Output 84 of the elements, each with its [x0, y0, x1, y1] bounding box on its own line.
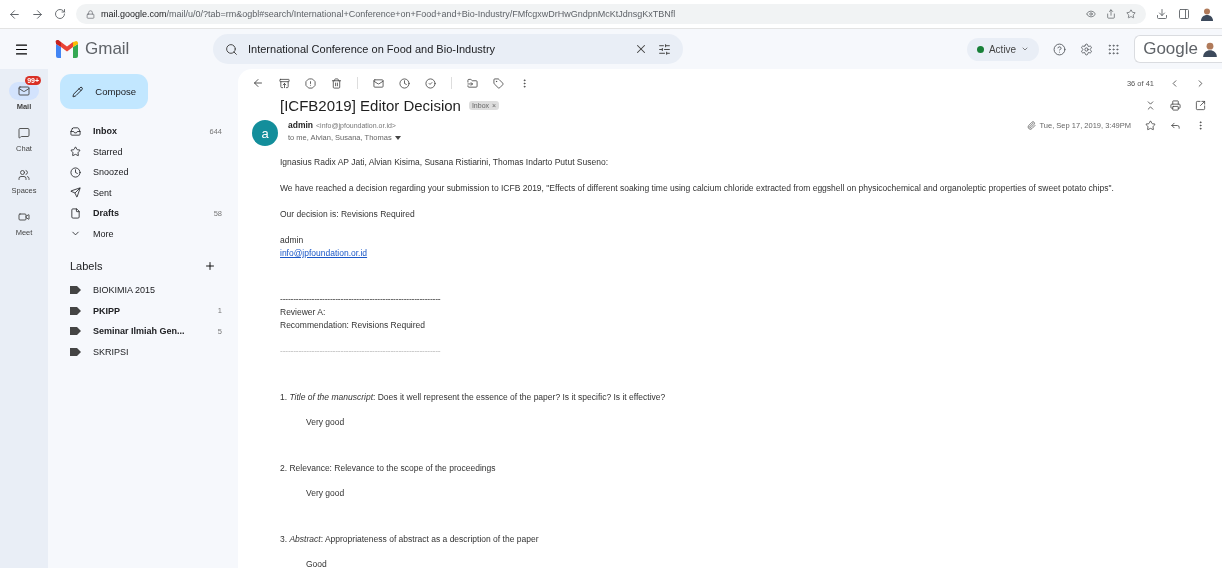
search-field[interactable]: International Conference on Food and Bio-Industry [213, 34, 683, 64]
body-text: Reviewer A: [280, 306, 327, 319]
compose-button[interactable]: Compose [60, 74, 148, 109]
forward-icon[interactable] [31, 7, 44, 21]
account-button[interactable]: Google [1134, 35, 1222, 63]
sender-avatar: a [252, 120, 278, 146]
labels-heading: Labels [70, 260, 103, 272]
sender-name: admin [288, 120, 314, 130]
profile-avatar[interactable] [1200, 7, 1214, 21]
label-icon[interactable] [493, 77, 504, 89]
label-item[interactable]: BIOKIMIA 2015 [60, 280, 222, 301]
folder-item[interactable]: Snoozed [60, 162, 222, 183]
status-dot [976, 45, 984, 53]
move-icon[interactable] [467, 77, 478, 89]
reload-icon[interactable] [54, 8, 66, 20]
search-icon[interactable] [225, 42, 238, 56]
task-icon[interactable] [425, 77, 436, 89]
star-icon[interactable] [70, 146, 81, 158]
chat-icon[interactable] [18, 127, 30, 139]
star-icon[interactable] [1126, 9, 1136, 19]
inbox-icon[interactable] [70, 125, 81, 137]
side-panel-icon[interactable] [1178, 8, 1190, 20]
body-text: Our decision is: Revisions Required [280, 208, 416, 221]
body-text: Ignasius Radix AP Jati, Alvian Kisima, Susana Ristiarini, Thomas Indarto Putut Suseno: [280, 156, 610, 169]
add-icon[interactable] [204, 260, 216, 272]
share-icon[interactable] [1106, 9, 1116, 19]
folder-item[interactable]: Sent [60, 182, 222, 203]
apps-icon[interactable] [1107, 42, 1121, 56]
people-icon[interactable] [18, 169, 30, 181]
review-answer: Good [306, 558, 328, 568]
lock-icon [86, 9, 95, 19]
folder-item[interactable]: More [60, 223, 222, 244]
attachment-icon [1026, 121, 1036, 130]
mail-icon[interactable] [18, 85, 30, 97]
body-text: 2. Relevance: Relevance to the scope of the proceedings [280, 462, 497, 475]
back-icon[interactable] [252, 77, 264, 89]
label-icon [70, 286, 81, 295]
email-subject: [ICFB2019] Editor Decision [280, 97, 461, 114]
gmail-logo-icon [55, 40, 79, 58]
folder-item[interactable]: Starred [60, 141, 222, 162]
caret-icon [394, 135, 401, 140]
video-icon[interactable] [18, 211, 30, 223]
label-icon [70, 347, 81, 356]
collapse-icon[interactable] [1145, 100, 1156, 111]
print-icon[interactable] [1170, 100, 1181, 111]
body-text: 3. Abstract: Appropriateness of abstract as a description of the paper [280, 533, 540, 546]
menu-icon[interactable] [14, 41, 29, 57]
settings-icon[interactable] [1080, 42, 1094, 56]
open-window-icon[interactable] [1195, 100, 1206, 111]
download-icon[interactable] [1156, 8, 1168, 20]
clock-icon[interactable] [70, 166, 81, 178]
close-icon[interactable] [634, 42, 648, 56]
app-name: Gmail [85, 39, 130, 59]
spam-icon[interactable] [305, 77, 316, 89]
trash-icon[interactable] [331, 77, 342, 89]
back-icon[interactable] [8, 7, 21, 21]
send-icon[interactable] [70, 187, 81, 199]
label-icon [70, 327, 81, 336]
body-text: Recommendation: Revisions Required [280, 319, 427, 332]
avatar-icon[interactable] [1202, 41, 1218, 57]
email-link[interactable]: info@jpfoundation.or.id [280, 247, 368, 260]
label-item[interactable]: SKRIPSI [60, 341, 222, 362]
eye-icon[interactable] [1086, 9, 1096, 19]
pencil-icon [72, 85, 84, 98]
mail-icon[interactable] [373, 77, 384, 89]
url-text: mail.google.com/mail/u/0/?tab=rm&ogbl#search/International+Conference+on+Food+and+Bio-Industry/FMfcgxwDrHwGndpnMcKtJdnsgKxTBNfl [101, 9, 676, 19]
dash-line: ------------------------------------------------------------- [280, 293, 442, 306]
file-icon[interactable] [70, 207, 81, 219]
help-icon[interactable] [1053, 42, 1067, 56]
reply-icon[interactable] [1170, 120, 1181, 131]
status-button[interactable]: Active [966, 37, 1040, 61]
label-icon [70, 306, 81, 315]
chevron-down-icon [1021, 45, 1030, 53]
body-text: We have reached a decision regarding your submission to ICFB 2019, "Effects of different soaking time using calcium chloride extracted from eggshell on physicochemical and organoleptic properties of sweet potato chips". [280, 182, 1115, 195]
filter-icon[interactable] [658, 42, 671, 56]
body-text: admin [280, 234, 305, 247]
address-bar[interactable]: mail.google.com/mail/u/0/?tab=rm&ogbl#search/International+Conference+on+Food+and+Bio-Industry/FMfcgxwDrHwGndpnMcKtJdnsgKxTBNfl [76, 4, 1146, 24]
clock-icon[interactable] [399, 77, 410, 89]
review-answer: Very good [306, 416, 346, 429]
body-text: 1. Title of the manuscript: Does it well represent the essence of the paper? Is it specific? Is it effective? [280, 391, 667, 404]
review-answer: Very good [306, 487, 346, 500]
dash-line: ------------------------------------------------------------- [280, 345, 442, 358]
star-icon[interactable] [1145, 120, 1156, 131]
archive-icon[interactable] [279, 77, 290, 89]
